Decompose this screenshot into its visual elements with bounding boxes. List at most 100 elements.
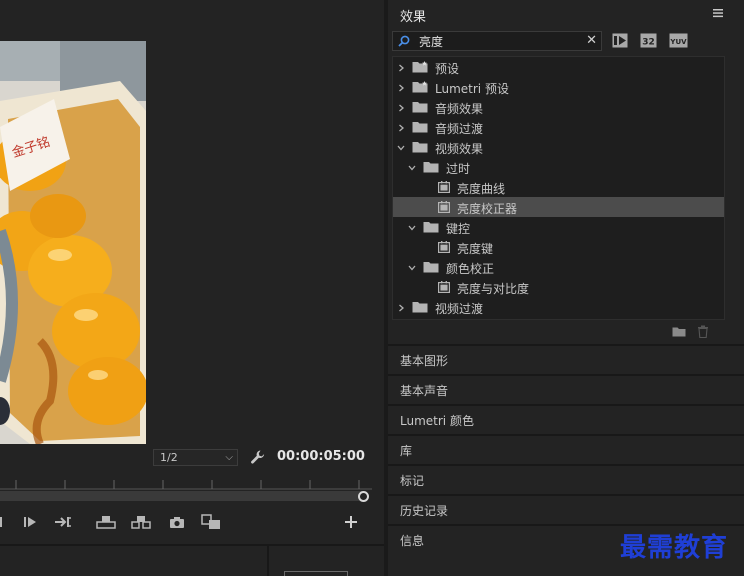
effects-panel-header: 效果 bbox=[388, 0, 744, 28]
playhead-timecode[interactable]: 00:00:05:00 bbox=[277, 449, 365, 464]
timeline-widget bbox=[284, 571, 348, 576]
tree-item-label: 视频过渡 bbox=[435, 302, 484, 316]
32bit-filter-icon[interactable]: 32 bbox=[640, 33, 657, 48]
add-button[interactable] bbox=[344, 512, 358, 532]
accelerated-effects-filter-icon[interactable] bbox=[612, 33, 628, 48]
effect-bin[interactable]: Lumetri 预设 bbox=[393, 77, 724, 97]
clear-search-icon[interactable]: ✕ bbox=[586, 34, 597, 48]
effects-tree: 预设 Lumetri 预设 音频效果音频过渡 视频效果过时 亮度曲线亮度校正器键控亮度键… bbox=[392, 56, 725, 320]
panel-tab-label: 历史记录 bbox=[400, 504, 449, 518]
new-bin-icon[interactable] bbox=[672, 326, 686, 337]
playhead-handle[interactable] bbox=[358, 491, 369, 502]
comparison-view-button[interactable] bbox=[201, 512, 221, 532]
panel-menu-icon[interactable] bbox=[712, 7, 724, 19]
panel-tab[interactable]: 标记 bbox=[388, 464, 744, 492]
ruler-ticks bbox=[0, 480, 372, 490]
effect-item[interactable]: 亮度曲线 bbox=[393, 177, 724, 197]
folder-icon bbox=[412, 121, 428, 133]
go-to-out-icon bbox=[55, 517, 71, 527]
video-effect-icon bbox=[438, 201, 451, 214]
panel-tab-label: 信息 bbox=[400, 534, 425, 548]
tree-item-label: 亮度与对比度 bbox=[457, 282, 530, 296]
folder-icon bbox=[423, 161, 439, 173]
chevron-down-icon[interactable] bbox=[407, 162, 417, 172]
tree-item-label: 预设 bbox=[435, 62, 460, 76]
effects-footer bbox=[392, 322, 725, 342]
watermark: 最需教育 bbox=[620, 533, 729, 563]
video-image: 金子铭 bbox=[0, 41, 146, 444]
plus-icon bbox=[345, 516, 357, 528]
preset-folder-icon bbox=[412, 81, 428, 93]
tree-item-label: 亮度校正器 bbox=[457, 202, 518, 216]
effect-bin[interactable]: 键控 bbox=[393, 217, 724, 237]
go-to-out-button[interactable] bbox=[54, 512, 72, 532]
time-ruler[interactable] bbox=[0, 476, 372, 492]
panel-tab[interactable]: 基本图形 bbox=[388, 344, 744, 372]
tree-item-label: 亮度键 bbox=[457, 242, 494, 256]
panel-tab[interactable]: Lumetri 颜色 bbox=[388, 404, 744, 432]
trash-icon[interactable] bbox=[697, 325, 709, 338]
step-back-button[interactable] bbox=[0, 512, 8, 532]
tree-item-label: 音频过渡 bbox=[435, 122, 484, 136]
folder-icon bbox=[423, 261, 439, 273]
panel-tab-label: 库 bbox=[400, 444, 413, 458]
step-back-icon bbox=[0, 517, 2, 527]
effects-search-box[interactable]: ✕ bbox=[392, 31, 602, 51]
effect-bin[interactable]: 音频效果 bbox=[393, 97, 724, 117]
transport-controls bbox=[0, 512, 372, 532]
chevron-right-icon[interactable] bbox=[396, 62, 406, 72]
search-input[interactable] bbox=[419, 33, 587, 49]
folder-icon bbox=[412, 101, 428, 113]
chevron-down-icon: ⌵ bbox=[225, 452, 233, 463]
extract-icon bbox=[131, 516, 151, 529]
tree-item-label: 键控 bbox=[446, 222, 471, 236]
effect-bin[interactable]: 音频过渡 bbox=[393, 117, 724, 137]
effect-item[interactable]: 亮度键 bbox=[393, 237, 724, 257]
tree-item-label: Lumetri 预设 bbox=[435, 82, 509, 96]
panel-divider bbox=[267, 546, 269, 576]
chevron-right-icon[interactable] bbox=[396, 102, 406, 112]
32bit-filter-label: 32 bbox=[642, 38, 655, 48]
panel-tab-label: 标记 bbox=[400, 474, 425, 488]
panel-tab-label: 基本图形 bbox=[400, 354, 449, 368]
effect-bin[interactable]: 颜色校正 bbox=[393, 257, 724, 277]
wrench-icon[interactable] bbox=[250, 449, 266, 465]
step-forward-button[interactable] bbox=[22, 512, 38, 532]
folder-icon bbox=[412, 141, 428, 153]
video-effect-icon bbox=[438, 281, 451, 294]
tree-item-label: 过时 bbox=[446, 162, 471, 176]
playback-resolution-select[interactable]: 1/2 ⌵ bbox=[153, 449, 238, 466]
camera-icon bbox=[170, 516, 184, 528]
effects-tab[interactable]: 效果 bbox=[400, 6, 426, 25]
comparison-view-icon bbox=[201, 514, 220, 529]
step-forward-icon bbox=[24, 517, 36, 527]
effect-bin[interactable]: 过时 bbox=[393, 157, 724, 177]
export-frame-button[interactable] bbox=[168, 512, 186, 532]
scrub-bar[interactable] bbox=[0, 491, 364, 501]
chevron-down-icon[interactable] bbox=[407, 222, 417, 232]
panel-tab[interactable]: 库 bbox=[388, 434, 744, 462]
video-effect-icon bbox=[438, 241, 451, 254]
effect-bin[interactable]: 视频过渡 bbox=[393, 297, 724, 317]
effect-bin[interactable]: 视频效果 bbox=[393, 137, 724, 157]
lift-icon bbox=[96, 516, 116, 529]
panel-tab[interactable]: 历史记录 bbox=[388, 494, 744, 522]
chevron-right-icon[interactable] bbox=[396, 302, 406, 312]
panel-tab-label: 基本声音 bbox=[400, 384, 449, 398]
effect-bin[interactable]: 预设 bbox=[393, 57, 724, 77]
folder-icon bbox=[423, 221, 439, 233]
chevron-right-icon[interactable] bbox=[396, 82, 406, 92]
preset-folder-icon bbox=[412, 61, 428, 73]
effect-item[interactable]: 亮度校正器 bbox=[393, 197, 724, 217]
panel-tab[interactable]: 基本声音 bbox=[388, 374, 744, 402]
chevron-down-icon[interactable] bbox=[407, 262, 417, 272]
yuv-filter-icon[interactable]: YUV bbox=[669, 33, 688, 48]
program-monitor: 金子铭 1/2 ⌵ 00:00:05:00 bbox=[0, 0, 384, 576]
yuv-filter-label: YUV bbox=[669, 38, 687, 46]
extract-button[interactable] bbox=[131, 512, 151, 532]
chevron-down-icon[interactable] bbox=[396, 142, 406, 152]
lift-button[interactable] bbox=[96, 512, 116, 532]
chevron-right-icon[interactable] bbox=[396, 122, 406, 132]
effect-item[interactable]: 亮度与对比度 bbox=[393, 277, 724, 297]
panel-tab-label: Lumetri 颜色 bbox=[400, 414, 474, 428]
